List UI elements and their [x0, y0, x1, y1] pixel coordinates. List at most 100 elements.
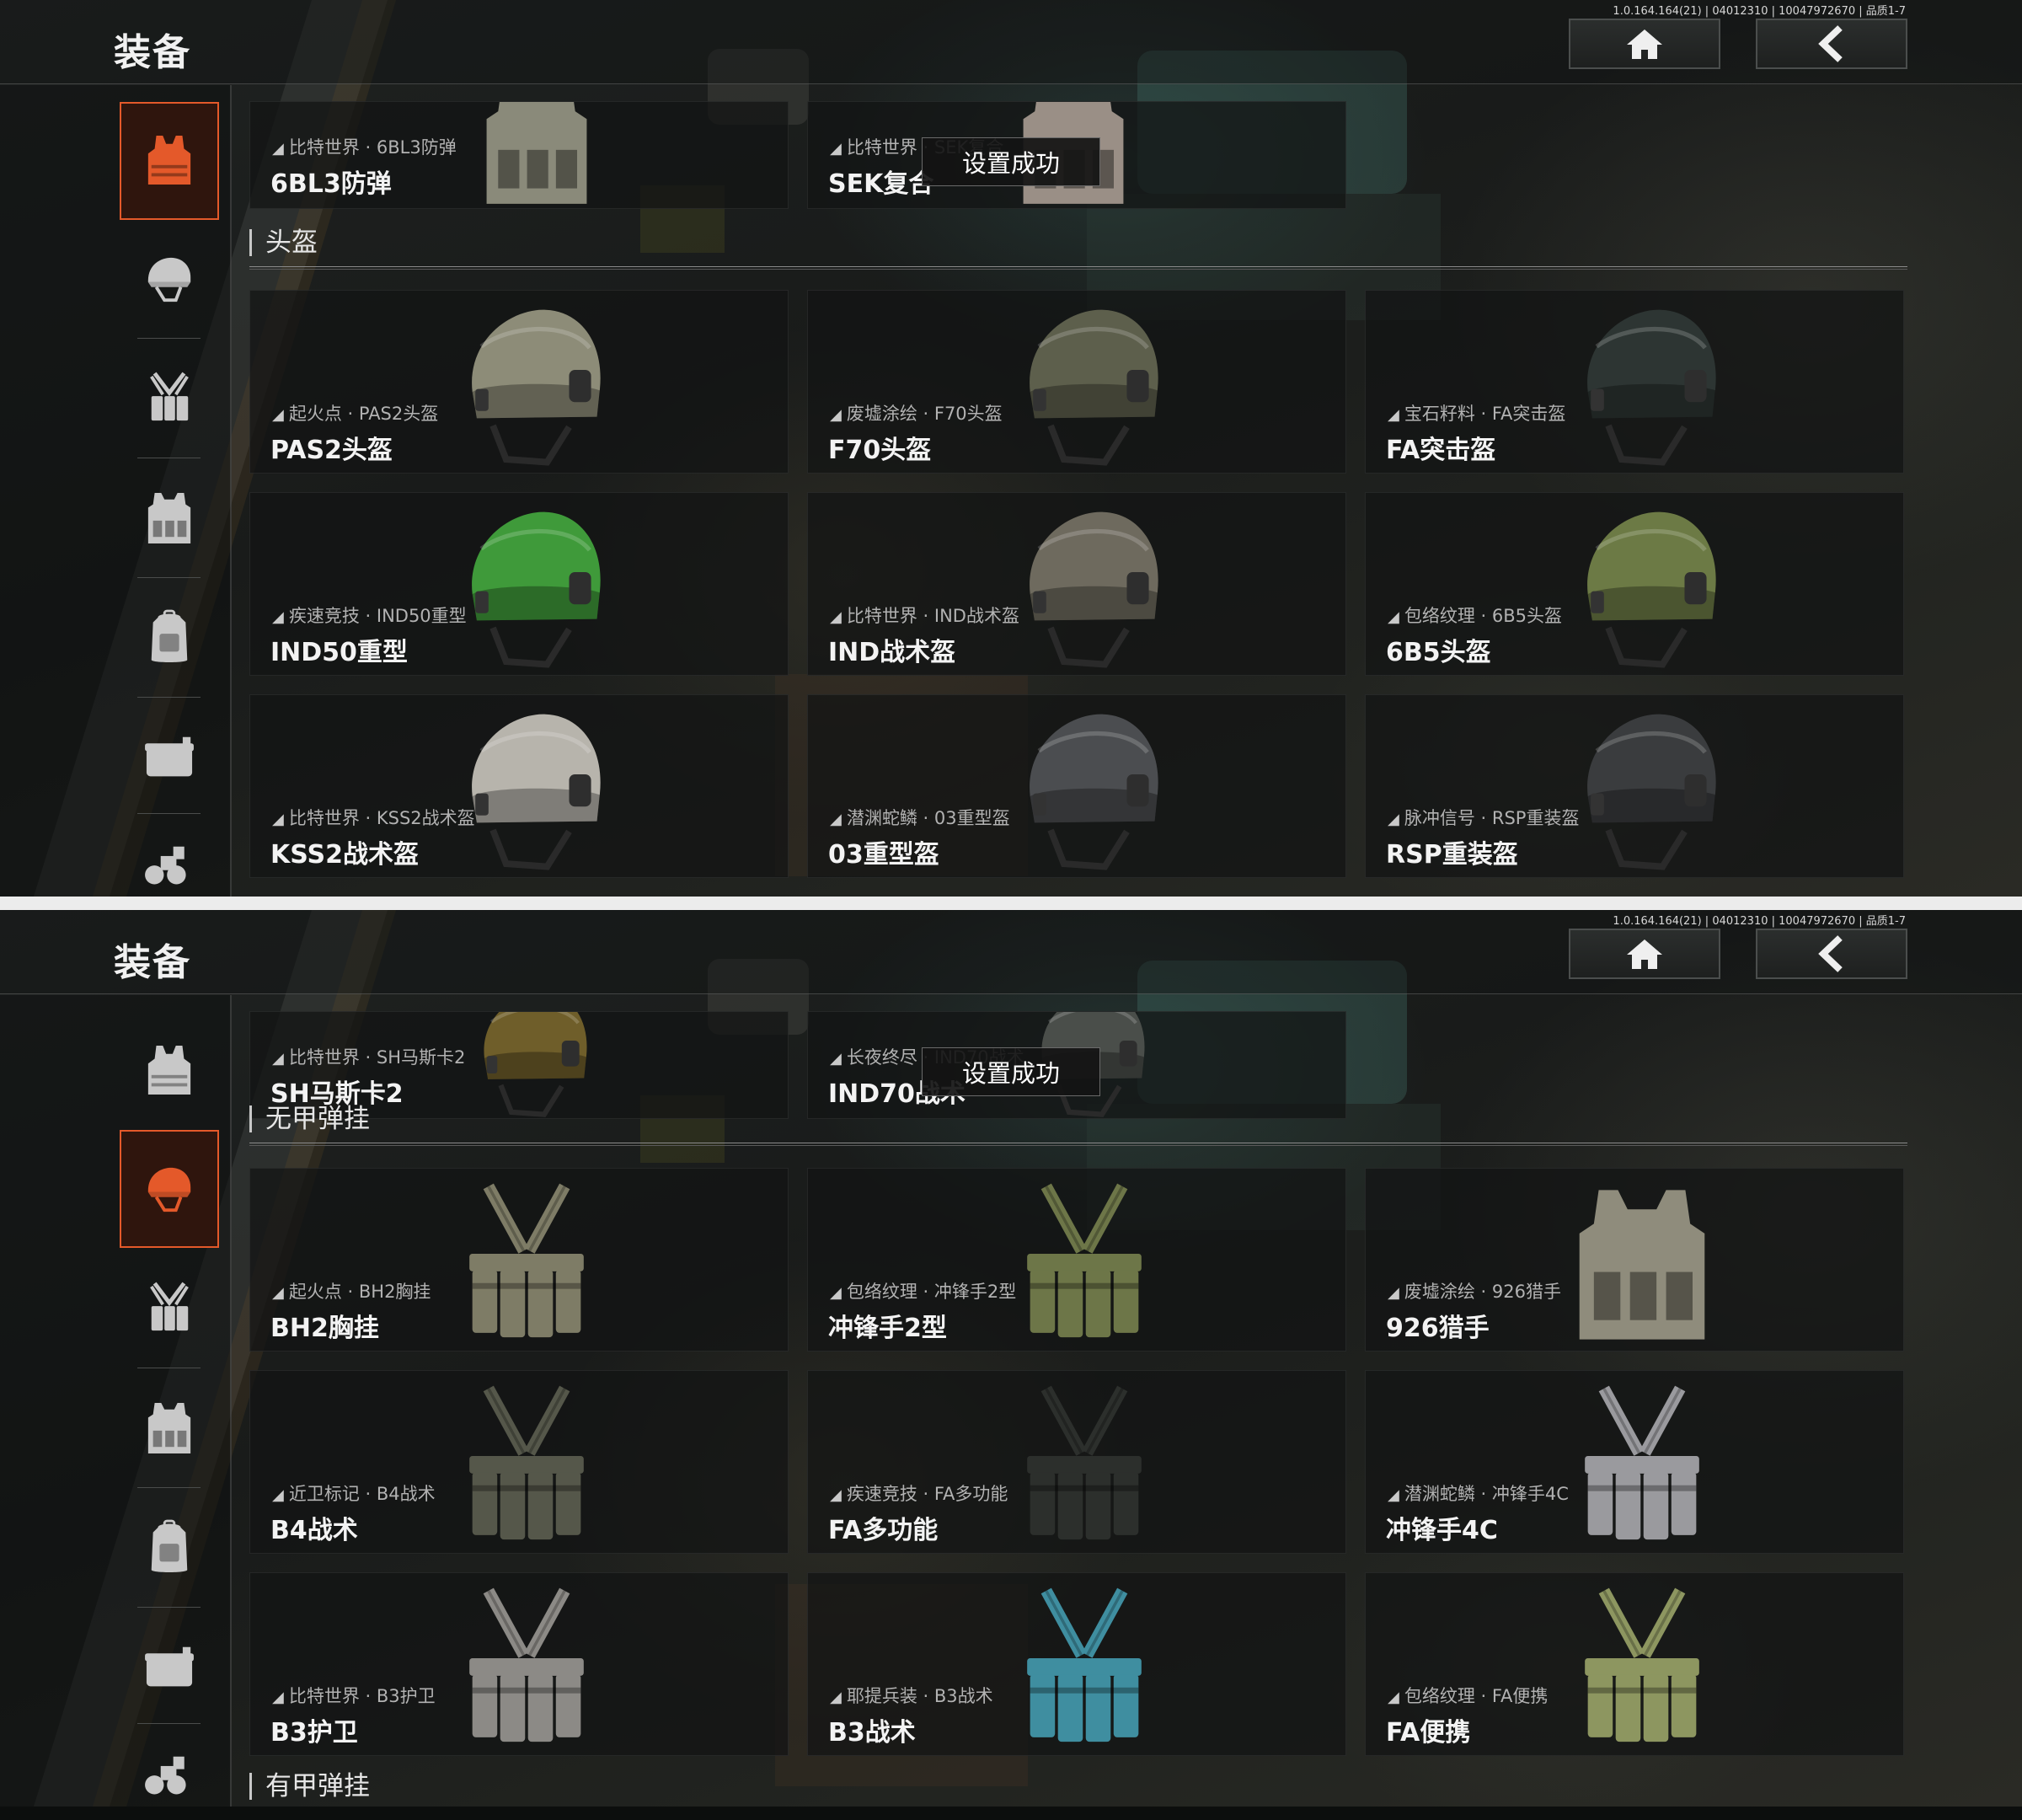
item-name: 6BL3防弹 [270, 169, 392, 199]
chest-rig-image-icon [451, 1180, 602, 1349]
category-helmet[interactable] [120, 1130, 219, 1248]
item-skin-label: ◢ 比特世界 · 6BL3防弹 [272, 137, 457, 158]
category-night-vision[interactable] [120, 843, 219, 897]
helmet-image-icon [1010, 505, 1170, 673]
item-skin-label: ◢ 废墟涂绘 · 926猎手 [1388, 1282, 1561, 1302]
chest-rig-image-icon [1566, 1180, 1718, 1349]
home-icon [1627, 939, 1662, 969]
item-card[interactable]: ◢ 比特世界 · B3护卫 B3护卫 [249, 1572, 789, 1756]
chest-rig-image-icon [1566, 1383, 1718, 1551]
item-name: KSS2战术盔 [270, 840, 419, 870]
armor-image-icon [478, 101, 596, 209]
category-armored-rig[interactable] [120, 459, 219, 577]
tag-icon: ◢ [1388, 608, 1399, 626]
home-button[interactable] [1569, 19, 1720, 69]
chest-rig-image-icon [451, 1585, 602, 1753]
backpack-icon [145, 1519, 194, 1576]
item-skin-label: ◢ 起火点 · PAS2头盔 [272, 404, 439, 424]
screenshot-divider [0, 897, 2022, 910]
equipment-screen-helmets: 装备 1.0.164.164(21) | 04012310 | 10047972… [0, 0, 2022, 897]
item-name: PAS2头盔 [270, 436, 393, 465]
section-divider [249, 266, 1907, 270]
tag-icon: ◢ [272, 1284, 284, 1302]
night-vision-icon [142, 1753, 197, 1801]
item-card[interactable]: ◢ 疾速竞技 · FA多功能 FA多功能 [807, 1370, 1346, 1554]
item-card[interactable]: ◢ 脉冲信号 · RSP重装盔 RSP重装盔 [1365, 694, 1904, 878]
category-backpack[interactable] [120, 579, 219, 697]
section-divider [249, 1143, 1907, 1146]
helmet-image-icon [1010, 707, 1170, 875]
item-skin-label: ◢ 包络纹理 · 6B5头盔 [1388, 606, 1562, 626]
tag-icon: ◢ [830, 1050, 842, 1068]
item-card[interactable]: ◢ 比特世界 · KSS2战术盔 KSS2战术盔 [249, 694, 789, 878]
night-vision-icon [142, 843, 197, 891]
item-card[interactable]: ◢ 比特世界 · 6BL3防弹 6BL3防弹 [249, 101, 789, 209]
divider [137, 697, 201, 698]
item-card[interactable]: ◢ 包络纹理 · 冲锋手2型 冲锋手2型 [807, 1168, 1346, 1352]
chest-rig-icon [145, 370, 194, 427]
category-night-vision[interactable] [120, 1753, 219, 1807]
item-name: 冲锋手4C [1386, 1516, 1498, 1545]
chest-rig-image-icon [1566, 1585, 1718, 1753]
tag-icon: ◢ [830, 406, 842, 424]
category-chest-rig[interactable] [120, 1250, 219, 1368]
category-pouch[interactable] [120, 699, 219, 816]
item-card[interactable]: ◢ 疾速竞技 · IND50重型 IND50重型 [249, 492, 789, 676]
category-armored-rig[interactable] [120, 1369, 219, 1487]
item-name: SEK复合 [828, 169, 934, 199]
tag-icon: ◢ [830, 1486, 842, 1504]
item-name: 6B5头盔 [1386, 638, 1491, 667]
tag-icon: ◢ [830, 140, 842, 158]
helmet-image-icon [1568, 302, 1728, 471]
helmet-image-icon [1010, 302, 1170, 471]
item-skin-label: ◢ 耶提兵装 · B3战术 [830, 1686, 993, 1706]
tag-icon: ◢ [1388, 1486, 1399, 1504]
item-skin-label: ◢ 包络纹理 · 冲锋手2型 [830, 1282, 1017, 1302]
item-card[interactable]: ◢ 耶提兵装 · B3战术 B3战术 [807, 1572, 1346, 1756]
category-helmet[interactable] [120, 220, 219, 338]
pouch-icon [142, 734, 197, 781]
item-card[interactable]: ◢ 近卫标记 · B4战术 B4战术 [249, 1370, 789, 1554]
item-card[interactable]: ◢ 包络纹理 · FA便携 FA便携 [1365, 1572, 1904, 1756]
item-skin-label: ◢ 脉冲信号 · RSP重装盔 [1388, 808, 1580, 828]
armored-rig-icon [145, 1400, 194, 1457]
item-skin-label: ◢ 潜渊蛇鳞 · 冲锋手4C [1388, 1484, 1569, 1504]
divider [137, 813, 201, 814]
helmet-image-icon [452, 302, 612, 471]
category-pouch[interactable] [120, 1609, 219, 1726]
category-body-armor[interactable] [120, 1012, 219, 1130]
category-body-armor[interactable] [120, 102, 219, 220]
pouch-icon [142, 1644, 197, 1691]
armored-rig-icon [145, 490, 194, 547]
back-button[interactable] [1756, 929, 1907, 979]
home-button[interactable] [1569, 929, 1720, 979]
item-skin-label: ◢ 近卫标记 · B4战术 [272, 1484, 436, 1504]
section-header: 有甲弹挂 [249, 1773, 370, 1800]
item-card[interactable]: ◢ 废墟涂绘 · 926猎手 926猎手 [1365, 1168, 1904, 1352]
item-card[interactable]: ◢ 比特世界 · SH马斯卡2 SH马斯卡2 [249, 1011, 789, 1119]
home-icon [1627, 29, 1662, 59]
tag-icon: ◢ [830, 811, 842, 828]
item-card[interactable]: ◢ 宝石籽料 · FA突击盔 FA突击盔 [1365, 290, 1904, 474]
category-chest-rig[interactable] [120, 340, 219, 458]
chest-rig-image-icon [1008, 1585, 1160, 1753]
item-card[interactable]: ◢ 起火点 · BH2胸挂 BH2胸挂 [249, 1168, 789, 1352]
category-backpack[interactable] [120, 1489, 219, 1607]
item-name: F70头盔 [828, 436, 932, 465]
item-card[interactable]: ◢ 包络纹理 · 6B5头盔 6B5头盔 [1365, 492, 1904, 676]
item-card[interactable]: ◢ 潜渊蛇鳞 · 03重型盔 03重型盔 [807, 694, 1346, 878]
helmet-image-icon [1568, 707, 1728, 875]
top-bar: 装备 1.0.164.164(21) | 04012310 | 10047972… [0, 910, 2022, 994]
item-name: IND50重型 [270, 638, 408, 667]
tag-icon: ◢ [272, 1689, 284, 1706]
item-card[interactable]: ◢ 潜渊蛇鳞 · 冲锋手4C 冲锋手4C [1365, 1370, 1904, 1554]
back-button[interactable] [1756, 19, 1907, 69]
tag-icon: ◢ [272, 811, 284, 828]
item-name: 03重型盔 [828, 840, 939, 870]
equipment-screen-chest-rigs: 装备 1.0.164.164(21) | 04012310 | 10047972… [0, 910, 2022, 1807]
version-info: 1.0.164.164(21) | 04012310 | 10047972670… [1613, 915, 1906, 928]
tag-icon: ◢ [272, 406, 284, 424]
item-card[interactable]: ◢ 废墟涂绘 · F70头盔 F70头盔 [807, 290, 1346, 474]
item-card[interactable]: ◢ 比特世界 · IND战术盔 IND战术盔 [807, 492, 1346, 676]
item-card[interactable]: ◢ 起火点 · PAS2头盔 PAS2头盔 [249, 290, 789, 474]
